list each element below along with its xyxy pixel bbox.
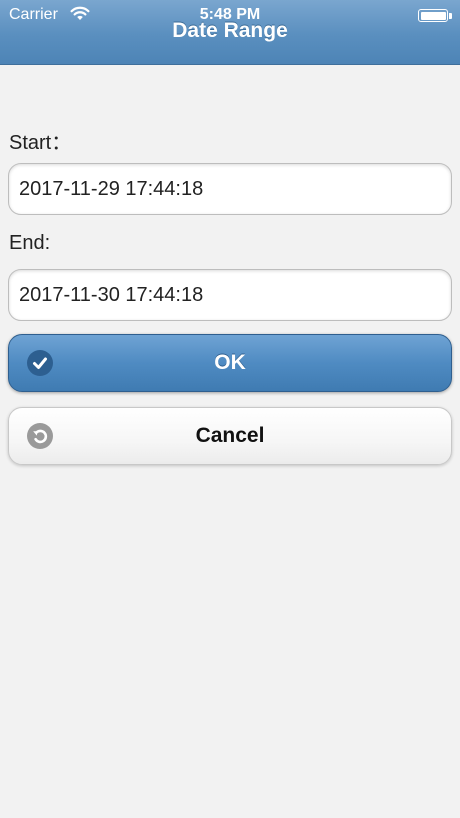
end-label: End: [9,232,51,254]
page-title: Date Range [172,19,288,42]
end-date-field[interactable] [8,269,452,321]
cancel-button[interactable]: Cancel [8,407,452,465]
ok-button[interactable]: OK [8,334,452,392]
ok-button-label: OK [214,351,246,374]
header-bar: Carrier 5:48 PM Date Range [0,0,460,65]
cancel-button-label: Cancel [195,424,265,447]
start-date-field[interactable] [8,163,452,215]
start-label: Start： [9,132,72,154]
